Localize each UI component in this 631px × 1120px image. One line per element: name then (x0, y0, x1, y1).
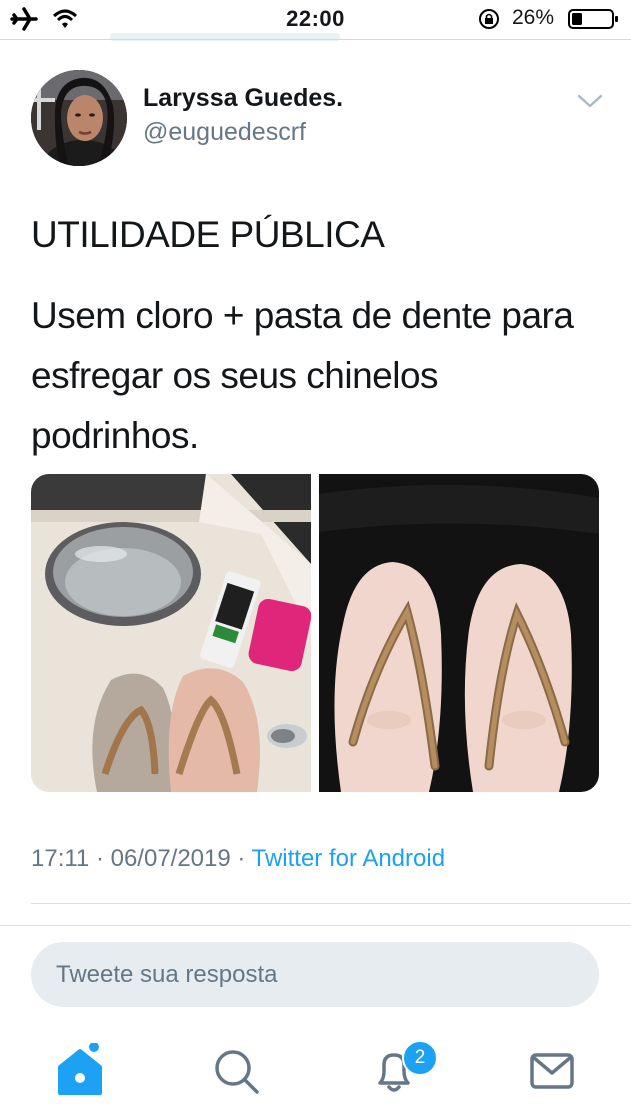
battery-icon (568, 9, 618, 29)
search-icon[interactable] (208, 1043, 264, 1099)
user-handle[interactable]: @euguedescrf (143, 118, 306, 147)
tweet-timestamp: 17:11 · 06/07/2019 · (31, 845, 252, 872)
tweet-source-link[interactable]: Twitter for Android (252, 845, 445, 872)
tweet-text: Usem cloro + pasta de dente para esfrega… (31, 295, 574, 456)
divider (31, 903, 631, 904)
orientation-lock-icon (479, 9, 499, 29)
reply-placeholder: Tweete sua resposta (56, 961, 278, 988)
avatar[interactable] (31, 70, 127, 166)
photo-bowl-toothpaste-slippers[interactable] (31, 474, 311, 792)
tweet-detail-screen: 22:00 26% Laryssa Guedes. @euguedescrf U… (0, 0, 631, 1120)
home-icon[interactable] (52, 1043, 108, 1099)
chevron-down-icon[interactable] (577, 92, 603, 110)
photo-clean-slippers[interactable] (319, 474, 599, 792)
tweet-media[interactable] (31, 474, 599, 792)
notification-badge: 2 (402, 1040, 438, 1076)
tweet-metadata: 17:11 · 06/07/2019 · Twitter for Android (31, 845, 445, 873)
header-divider (0, 39, 631, 40)
display-name[interactable]: Laryssa Guedes. (143, 84, 343, 113)
tweet-heading: UTILIDADE PÚBLICA (31, 214, 385, 255)
divider (0, 925, 631, 926)
messages-icon[interactable] (524, 1043, 580, 1099)
avatar-image (31, 70, 127, 166)
battery-percent: 26% (512, 6, 555, 29)
reply-input[interactable]: Tweete sua resposta (31, 942, 599, 1007)
